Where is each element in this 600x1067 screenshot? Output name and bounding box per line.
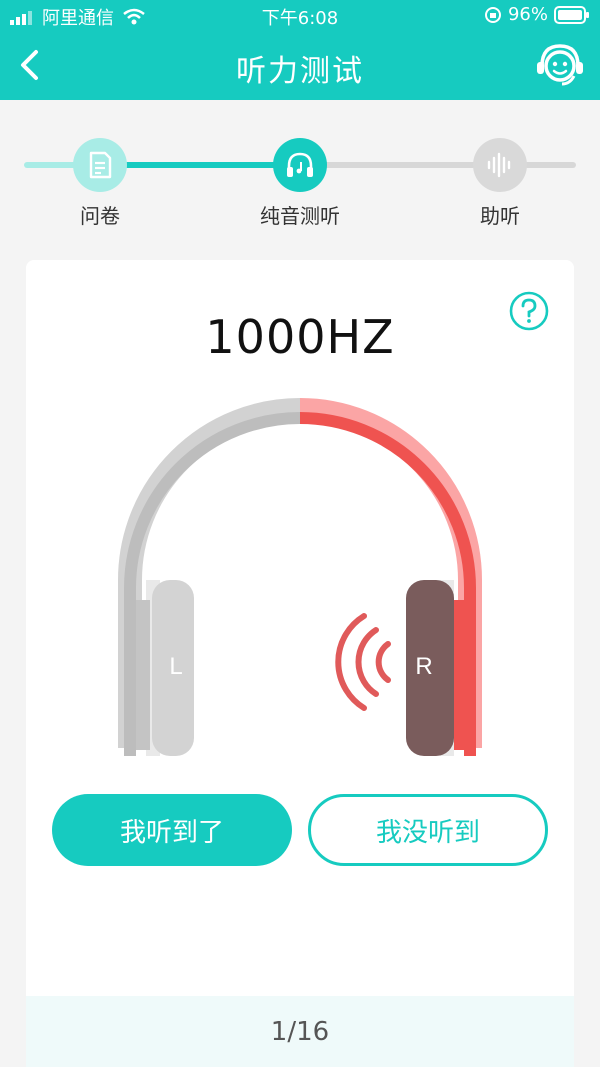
step-pure-tone[interactable] xyxy=(273,138,327,192)
soundwave-icon xyxy=(487,152,511,178)
frequency-label: 1000HZ xyxy=(205,310,395,364)
test-card: 1000HZ L R 我听到了 我没听到 1/16 xyxy=(26,260,574,1067)
headphones-illustration: L R xyxy=(118,398,482,756)
heard-button[interactable]: 我听到了 xyxy=(52,794,292,866)
battery-icon xyxy=(554,5,589,24)
step-hearing-aid[interactable] xyxy=(473,138,527,192)
step-label-hearing-aid: 助听 xyxy=(480,204,520,228)
step-label-pure-tone: 纯音测听 xyxy=(260,204,340,228)
sound-wave-icon xyxy=(335,613,391,711)
battery-percent: 96% xyxy=(507,4,548,25)
customer-service-button[interactable] xyxy=(534,42,586,88)
step-label-questionnaire: 问卷 xyxy=(80,204,120,228)
left-ear-label: L xyxy=(169,653,182,680)
right-cup-band xyxy=(454,600,474,750)
not-heard-button[interactable]: 我没听到 xyxy=(308,794,548,866)
right-ear-label: R xyxy=(415,653,432,680)
nav-bar: 听力测试 xyxy=(0,30,600,100)
page-title: 听力测试 xyxy=(236,54,364,89)
customer-service-icon xyxy=(537,44,583,86)
document-icon xyxy=(89,151,112,179)
test-stepper: 问卷 纯音测听 助听 xyxy=(0,100,600,250)
status-right: 96% xyxy=(484,4,590,25)
status-bar: 阿里通信 下午6:08 96% xyxy=(0,0,600,30)
progress-footer: 1/16 xyxy=(26,996,574,1067)
step-line-pending xyxy=(300,162,576,168)
progress-counter: 1/16 xyxy=(270,1016,330,1047)
headphones-icon xyxy=(287,152,313,177)
step-line-progress xyxy=(100,162,300,168)
rotation-lock-icon xyxy=(484,6,501,23)
step-questionnaire[interactable] xyxy=(73,138,127,192)
